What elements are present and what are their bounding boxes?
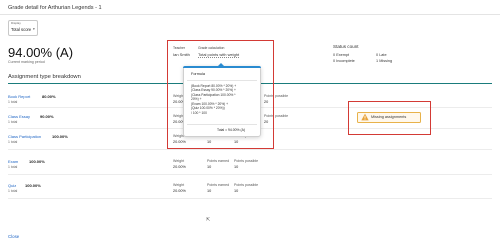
assignment-type-count: 1 total [8, 120, 18, 124]
weight-value: 20.00% [173, 189, 186, 193]
score-subtitle: Current marking period [8, 60, 45, 64]
weight-label: Weight [173, 183, 185, 187]
assignment-type-percent: 100.00% [52, 134, 68, 139]
points-possible-value: 10 [234, 165, 239, 169]
assignment-type-count: 1 total [8, 140, 18, 144]
weight-label: Weight [173, 159, 185, 163]
status-exempt: 0 Exempt [333, 53, 350, 57]
points-possible-label: Points possible [234, 159, 259, 163]
breakdown-title: Assignment type breakdown [8, 74, 81, 80]
points-possible-value: 10 [234, 189, 239, 193]
highlight-box-grade-calculation [167, 40, 274, 149]
points-earned-label: Points earned [207, 183, 230, 187]
status-late: 0 Late [376, 53, 387, 57]
weight-value: 20.00% [173, 165, 186, 169]
assignment-type-link[interactable]: Class Participation [8, 134, 41, 139]
display-select-value: Total score [11, 27, 32, 32]
assignment-type-count: 1 total [8, 165, 18, 169]
points-earned-value: 10 [207, 165, 212, 169]
display-select-caption: Display [11, 21, 21, 25]
row-divider [8, 198, 492, 199]
row-divider [8, 174, 492, 175]
assignment-type-count: 1 total [8, 100, 18, 104]
assignment-type-link[interactable]: Exam [8, 159, 18, 164]
assignment-type-percent: 80.00% [42, 94, 56, 99]
missing-assignments-text: Missing assignments [371, 114, 407, 119]
assignment-type-link[interactable]: Class Essay [8, 114, 30, 119]
status-incomplete: 0 Incomplete [333, 59, 355, 63]
assignment-type-percent: 100.00% [29, 159, 45, 164]
close-link[interactable]: Close [8, 234, 19, 239]
assignment-type-count: 1 total [8, 189, 18, 193]
warning-triangle-icon [361, 113, 369, 121]
assignment-type-percent: 90.00% [40, 114, 54, 119]
assignment-type-link[interactable]: Book Report [8, 94, 30, 99]
title-divider [0, 14, 500, 15]
points-earned-label: Points earned [207, 159, 230, 163]
chevron-down-icon: ▾ [33, 27, 35, 31]
points-earned-value: 10 [207, 189, 212, 193]
status-count-title: Status count [333, 44, 359, 49]
points-possible-label: Points possible [234, 183, 259, 187]
row-divider [8, 149, 492, 150]
mouse-cursor-icon: ⇱ [206, 217, 211, 223]
assignment-type-link[interactable]: Quiz [8, 183, 16, 188]
assignment-type-percent: 100.00% [25, 183, 41, 188]
overall-score: 94.00% (A) [8, 45, 74, 60]
status-missing: 1 Missing [376, 59, 393, 63]
page-title: Grade detail for Arthurian Legends - 1 [8, 5, 102, 11]
